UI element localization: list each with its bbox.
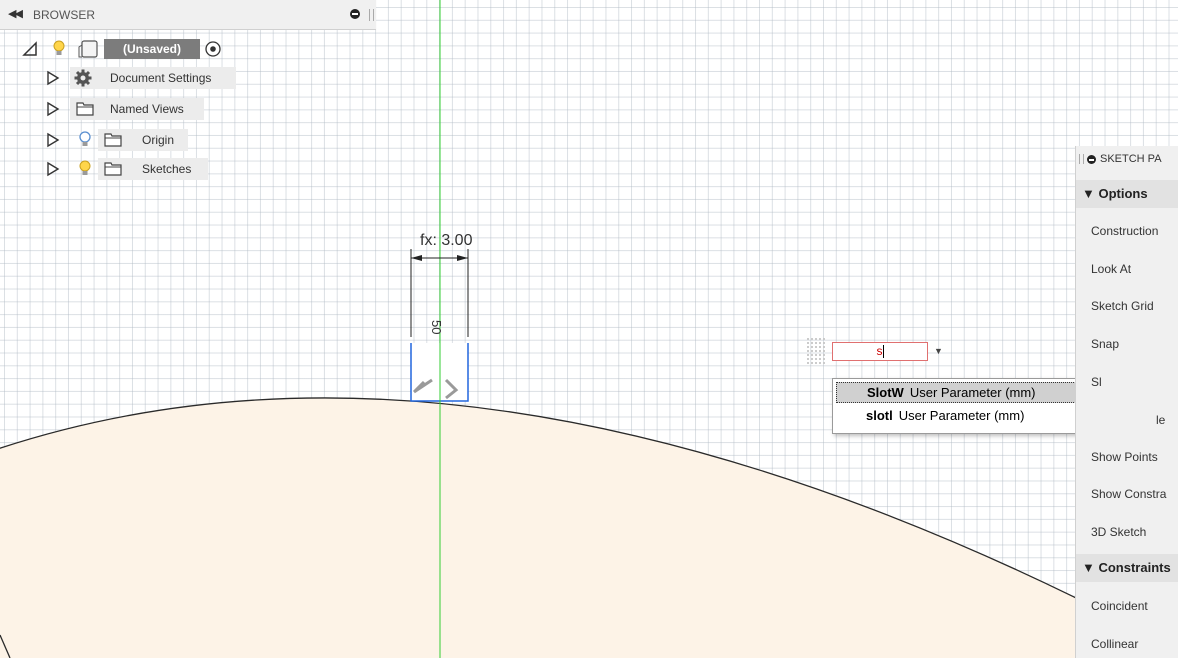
component-icon bbox=[78, 40, 98, 58]
expand-triangle-icon[interactable] bbox=[46, 70, 60, 86]
constraint-collinear[interactable]: Collinear bbox=[1091, 637, 1138, 651]
expand-triangle-icon[interactable] bbox=[46, 101, 60, 117]
parameter-type: User Parameter (mm) bbox=[898, 408, 1025, 423]
dimension-arrow-left bbox=[411, 255, 422, 261]
panel-grip-icon[interactable] bbox=[1079, 154, 1084, 164]
folder-icon bbox=[104, 133, 122, 147]
browser-item-label: Sketches bbox=[142, 162, 192, 176]
dimension-expression-input[interactable]: s bbox=[832, 342, 928, 361]
parameter-name: slotl bbox=[866, 408, 893, 423]
palette-section-options[interactable]: ▼ Options bbox=[1076, 180, 1178, 208]
lightbulb-on-icon[interactable] bbox=[52, 39, 66, 59]
option-show-constraints[interactable]: Show Constra bbox=[1091, 487, 1166, 501]
option-slice-partial[interactable]: Sl bbox=[1091, 375, 1102, 389]
dimension-arrow-right bbox=[457, 255, 468, 261]
constraint-coincident[interactable]: Coincident bbox=[1091, 599, 1148, 613]
lightbulb-on-icon[interactable] bbox=[78, 159, 92, 179]
sketch-profile-fill bbox=[0, 397, 1178, 658]
sketch-palette-title: SKETCH PA bbox=[1100, 153, 1162, 165]
lightbulb-off-icon[interactable] bbox=[78, 130, 92, 150]
browser-item-label: Named Views bbox=[110, 102, 184, 116]
dimension-label[interactable]: fx: 3.00 bbox=[420, 232, 472, 250]
pin-icon[interactable] bbox=[350, 9, 360, 19]
browser-item-label: Origin bbox=[142, 133, 175, 147]
option-show-points[interactable]: Show Points bbox=[1091, 450, 1158, 464]
pin-icon[interactable] bbox=[1087, 155, 1096, 164]
option-look-at[interactable]: Look At bbox=[1091, 262, 1131, 276]
option-3d-sketch[interactable]: 3D Sketch bbox=[1091, 525, 1146, 539]
activate-radio-icon[interactable] bbox=[204, 40, 222, 58]
root-component-label[interactable]: (Unsaved) bbox=[104, 39, 200, 59]
panel-grip-icon[interactable] bbox=[369, 9, 374, 21]
collapse-browser-icon[interactable]: ◀◀ bbox=[8, 7, 23, 20]
sketch-palette-header[interactable]: SKETCH PA bbox=[1076, 146, 1178, 173]
parameter-type: User Parameter (mm) bbox=[909, 385, 1036, 400]
option-snap[interactable]: Snap bbox=[1091, 337, 1119, 351]
browser-title: BROWSER bbox=[33, 8, 96, 22]
text-caret bbox=[882, 345, 884, 359]
input-drag-grip[interactable] bbox=[806, 337, 826, 365]
browser-header[interactable]: ◀◀ BROWSER bbox=[0, 0, 376, 30]
option-construction[interactable]: Construction bbox=[1091, 224, 1158, 238]
parameter-name: SlotW bbox=[867, 385, 904, 400]
vertical-dimension-label: 50 bbox=[429, 320, 444, 335]
folder-icon bbox=[76, 102, 94, 116]
browser-item-document-settings[interactable]: Document Settings bbox=[70, 67, 236, 89]
expand-triangle-icon[interactable] bbox=[46, 161, 60, 177]
palette-section-constraints[interactable]: ▼ Constraints bbox=[1076, 554, 1178, 582]
gear-icon bbox=[74, 69, 92, 87]
expand-triangle-icon[interactable] bbox=[46, 132, 60, 148]
browser-item-label: Document Settings bbox=[110, 71, 212, 85]
sketch-palette: SKETCH PA ▼ Options Construction Look At… bbox=[1075, 146, 1178, 658]
option-sketch-grid[interactable]: Sketch Grid bbox=[1091, 299, 1154, 313]
expanded-triangle-icon[interactable] bbox=[22, 41, 38, 57]
chevron-down-icon[interactable]: ▼ bbox=[934, 346, 943, 356]
folder-icon bbox=[104, 162, 122, 176]
option-profile-partial[interactable]: le bbox=[1156, 413, 1165, 427]
